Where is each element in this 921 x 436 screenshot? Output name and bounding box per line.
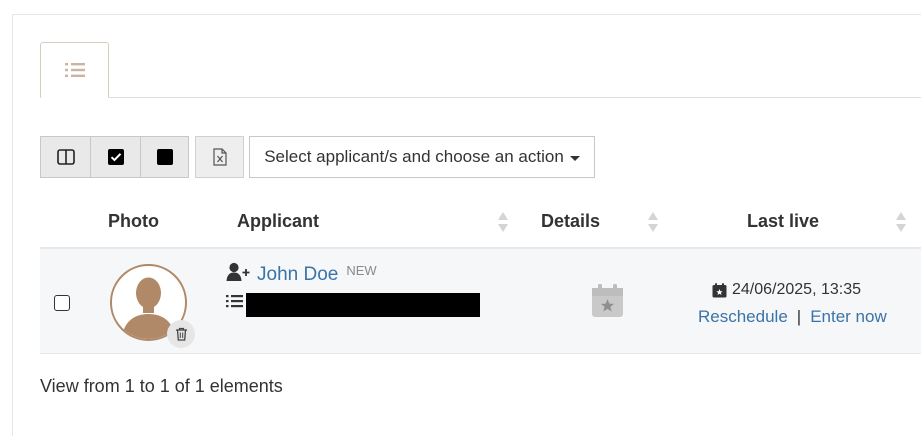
action-select[interactable]: Select applicant/s and choose an action bbox=[249, 136, 595, 178]
column-header-last-live[interactable]: Last live bbox=[747, 211, 819, 232]
caret-down-icon bbox=[569, 155, 580, 161]
delete-photo-button[interactable] bbox=[167, 320, 195, 348]
tab-list[interactable] bbox=[40, 42, 109, 98]
tab-strip-border bbox=[40, 97, 921, 98]
last-live-date-text: 24/06/2025, 13:35 bbox=[732, 281, 862, 298]
calendar-star-icon bbox=[712, 282, 727, 297]
new-badge: NEW bbox=[346, 263, 377, 278]
enter-now-link[interactable]: Enter now bbox=[810, 307, 887, 327]
columns-icon bbox=[56, 149, 75, 165]
calendar-star-icon[interactable] bbox=[591, 283, 624, 323]
reschedule-link[interactable]: Reschedule bbox=[698, 307, 788, 327]
checkbox-checked-icon bbox=[107, 149, 124, 165]
square-filled-icon bbox=[156, 149, 173, 165]
toggle-columns-button[interactable] bbox=[40, 136, 91, 178]
column-header-applicant[interactable]: Applicant bbox=[237, 211, 319, 232]
select-all-button[interactable] bbox=[90, 136, 141, 178]
add-user-icon bbox=[226, 262, 250, 281]
trash-icon bbox=[175, 327, 187, 341]
list-icon bbox=[64, 63, 85, 77]
last-live-date: 24/06/2025, 13:35 bbox=[712, 281, 861, 299]
action-select-label: Select applicant/s and choose an action bbox=[264, 147, 564, 166]
excel-export-icon bbox=[212, 148, 227, 166]
applicant-name-link[interactable]: John Doe bbox=[257, 264, 338, 286]
redacted-block bbox=[246, 293, 480, 317]
applicant-name-line: John Doe NEW bbox=[226, 262, 377, 286]
sort-icon[interactable] bbox=[498, 212, 508, 234]
column-header-photo: Photo bbox=[108, 211, 159, 231]
row-checkbox[interactable] bbox=[54, 295, 70, 311]
link-separator: | bbox=[796, 307, 802, 326]
pagination-info: View from 1 to 1 of 1 elements bbox=[40, 376, 283, 396]
export-excel-button[interactable] bbox=[195, 136, 244, 178]
sort-icon[interactable] bbox=[648, 212, 658, 234]
deselect-all-button[interactable] bbox=[140, 136, 189, 178]
column-header-details[interactable]: Details bbox=[541, 211, 600, 232]
sort-icon[interactable] bbox=[896, 212, 906, 234]
last-live-actions: Reschedule | Enter now bbox=[698, 307, 887, 327]
details-list-icon bbox=[226, 294, 243, 313]
